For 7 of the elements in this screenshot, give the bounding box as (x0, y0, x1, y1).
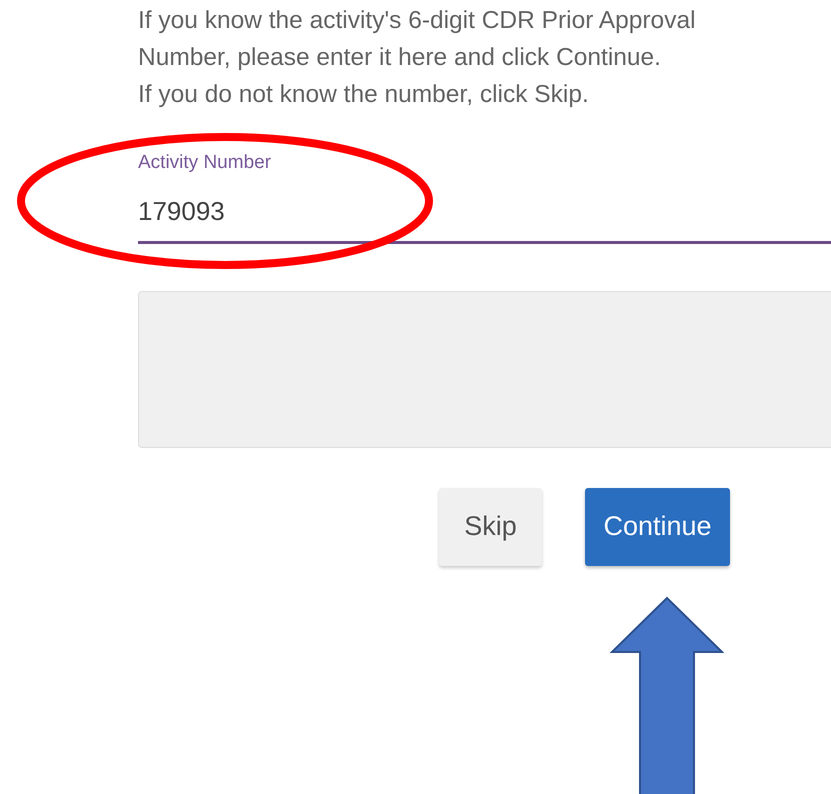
input-field[interactable]: 179093 (138, 192, 831, 244)
skip-button[interactable]: Skip (439, 488, 542, 566)
field-label: Activity Number (138, 151, 272, 175)
continue-button[interactable]: Continue (585, 488, 730, 566)
instruction-text: Number, please enter it here and click Continue. (138, 43, 661, 73)
instruction-text: If you know the activity's 6-digit CDR Prior Approval (138, 6, 696, 36)
instruction-text: If you do not know the number, click Skip. (138, 80, 589, 110)
